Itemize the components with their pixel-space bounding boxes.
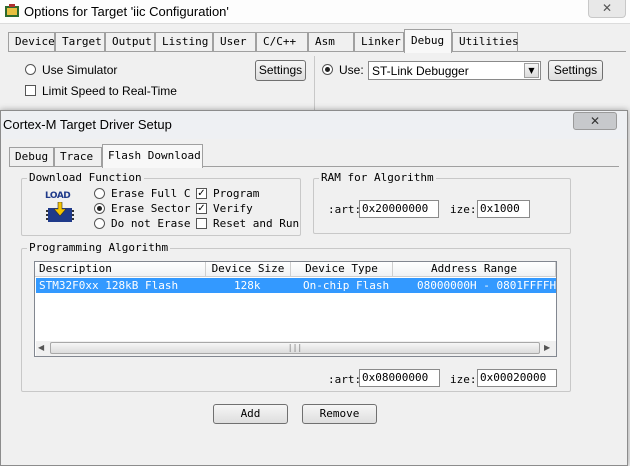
tab-device[interactable]: Device [8, 32, 55, 52]
tab-linker[interactable]: Linker [354, 32, 404, 52]
scroll-left-icon[interactable]: ◀ [38, 343, 44, 352]
inner-tab-divider [9, 166, 619, 167]
tab-debug[interactable]: Debug [404, 29, 452, 53]
use-label: Use: [339, 63, 364, 77]
row-size: 128k [234, 279, 261, 292]
tab-flash-download[interactable]: Flash Download [102, 144, 203, 168]
scrollbar-thumb[interactable]: ||| [50, 342, 540, 354]
driver-setup-title: Cortex-M Target Driver Setup [3, 117, 172, 132]
tab-asm[interactable]: Asm [308, 32, 354, 52]
left-panel-divider [314, 56, 315, 110]
use-debugger-radio[interactable] [322, 64, 333, 75]
tab-user[interactable]: User [213, 32, 256, 52]
do-not-erase-label: Do not Erase [111, 217, 191, 230]
algo-start-label: :art: [328, 373, 362, 386]
reset-run-label: Reset and Run [213, 217, 300, 230]
limit-speed-checkbox[interactable] [25, 85, 36, 96]
chip-arrow-icon [46, 202, 74, 222]
tab-output[interactable]: Output [105, 32, 155, 52]
load-icon: LOAD [43, 191, 77, 227]
column-header-device-size[interactable]: Device Size [206, 262, 291, 277]
programming-algorithm-title: Programming Algorithm [27, 241, 171, 254]
simulator-settings-button[interactable]: Settings [255, 60, 306, 81]
erase-full-label: Erase Full C [111, 187, 191, 200]
do-not-erase-radio[interactable] [94, 218, 105, 229]
erase-sector-label: Erase Sector [111, 202, 191, 215]
reset-run-checkbox[interactable] [196, 218, 207, 229]
row-range: 08000000H - 0801FFFFH [417, 279, 557, 292]
ram-size-input[interactable]: 0x1000 [477, 200, 530, 218]
tab-debug-inner[interactable]: Debug [9, 147, 54, 167]
options-titlebar: Options for Target 'iic Configuration' ✕ [0, 0, 630, 24]
tab-target[interactable]: Target [55, 32, 105, 52]
debugger-select[interactable]: ST-Link Debugger ▼ [368, 61, 541, 80]
erase-full-radio[interactable] [94, 188, 105, 199]
tab-trace[interactable]: Trace [54, 147, 102, 167]
add-button[interactable]: Add [213, 404, 288, 424]
debugger-value: ST-Link Debugger [372, 64, 469, 78]
close-icon[interactable]: ✕ [588, 0, 626, 18]
ram-start-label: :art: [328, 203, 362, 216]
download-function-title: Download Function [27, 171, 144, 184]
verify-label: Verify [213, 202, 253, 215]
program-label: Program [213, 187, 260, 200]
window-app-icon [5, 4, 19, 17]
row-type: On-chip Flash [303, 279, 390, 292]
limit-speed-label: Limit Speed to Real-Time [42, 84, 177, 98]
table-row[interactable]: STM32F0xx 128kB Flash 128k On-chip Flash… [36, 278, 556, 293]
ram-algorithm-title: RAM for Algorithm [319, 171, 436, 184]
options-title: Options for Target 'iic Configuration' [24, 4, 229, 19]
tab-listing[interactable]: Listing [155, 32, 213, 52]
erase-sector-radio[interactable] [94, 203, 105, 214]
use-simulator-radio[interactable] [25, 64, 36, 75]
ram-size-label: ize: [450, 203, 477, 216]
algo-size-label: ize: [450, 373, 477, 386]
algo-start-input[interactable]: 0x08000000 [359, 369, 440, 387]
algorithm-list[interactable]: Description Device Size Device Type Addr… [34, 261, 557, 357]
driver-setup-dialog: Cortex-M Target Driver Setup ✕ Debug Tra… [0, 110, 628, 466]
chevron-down-icon[interactable]: ▼ [524, 63, 539, 78]
use-simulator-label: Use Simulator [42, 63, 118, 77]
row-description: STM32F0xx 128kB Flash [39, 279, 179, 292]
column-header-description[interactable]: Description [35, 262, 206, 277]
algo-size-input[interactable]: 0x00020000 [477, 369, 557, 387]
load-icon-text: LOAD [45, 191, 71, 201]
column-header-address-range[interactable]: Address Range [393, 262, 556, 277]
verify-checkbox[interactable]: ✓ [196, 203, 207, 214]
driver-setup-titlebar: Cortex-M Target Driver Setup ✕ [1, 111, 627, 139]
debugger-settings-button[interactable]: Settings [548, 60, 603, 81]
tab-cpp[interactable]: C/C++ [256, 32, 308, 52]
scroll-right-icon[interactable]: ▶ [544, 343, 550, 352]
program-checkbox[interactable]: ✓ [196, 188, 207, 199]
close-icon[interactable]: ✕ [573, 112, 617, 130]
column-header-device-type[interactable]: Device Type [291, 262, 393, 277]
ram-start-input[interactable]: 0x20000000 [359, 200, 439, 218]
list-horizontal-scrollbar[interactable]: ◀ ||| ▶ [36, 341, 556, 356]
tab-utilities[interactable]: Utilities [452, 32, 519, 52]
remove-button[interactable]: Remove [302, 404, 377, 424]
tab-divider [8, 51, 626, 52]
